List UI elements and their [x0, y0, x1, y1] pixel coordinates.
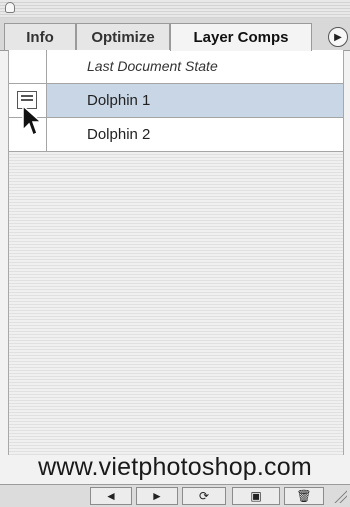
tab-info[interactable]: Info — [4, 23, 76, 50]
layer-comp-label: Dolphin 1 — [87, 92, 151, 109]
layer-comp-row-last-document-state[interactable]: Last Document State — [9, 50, 343, 84]
tab-layer-comps[interactable]: Layer Comps — [170, 23, 312, 51]
close-icon[interactable] — [5, 2, 15, 13]
watermark-text: www.vietphotoshop.com — [38, 453, 312, 481]
layer-comp-row-dolphin-1[interactable]: Dolphin 1 — [9, 84, 343, 118]
layer-comp-label: Dolphin 2 — [87, 126, 151, 143]
next-comp-button[interactable]: ► — [136, 487, 178, 505]
delete-comp-button[interactable]: 🗑 — [284, 487, 324, 505]
previous-comp-button[interactable]: ◄ — [90, 487, 132, 505]
mouse-pointer-icon — [22, 104, 43, 137]
apply-comp-cell[interactable] — [9, 50, 47, 83]
new-comp-button[interactable]: ▣ — [232, 487, 280, 505]
layer-comp-label: Last Document State — [87, 58, 218, 74]
panel-menu-arrow-icon[interactable]: ▶ — [328, 27, 348, 47]
update-comp-button[interactable]: ⟳ — [182, 487, 226, 505]
tab-strip: Info Optimize Layer Comps ▶ — [0, 18, 350, 51]
layer-comp-row-dolphin-2[interactable]: Dolphin 2 — [9, 118, 343, 152]
layer-comps-list[interactable]: Last Document State Dolphin 1 Dolphin 2 — [8, 50, 344, 455]
layer-comps-panel: Info Optimize Layer Comps ▶ Last Documen… — [0, 0, 350, 507]
tab-optimize[interactable]: Optimize — [76, 23, 170, 50]
resize-grip-icon[interactable] — [333, 489, 347, 503]
bottom-toolbar: ◄ ► ⟳ ▣ 🗑 — [0, 484, 350, 507]
panel-titlebar[interactable] — [0, 0, 350, 19]
